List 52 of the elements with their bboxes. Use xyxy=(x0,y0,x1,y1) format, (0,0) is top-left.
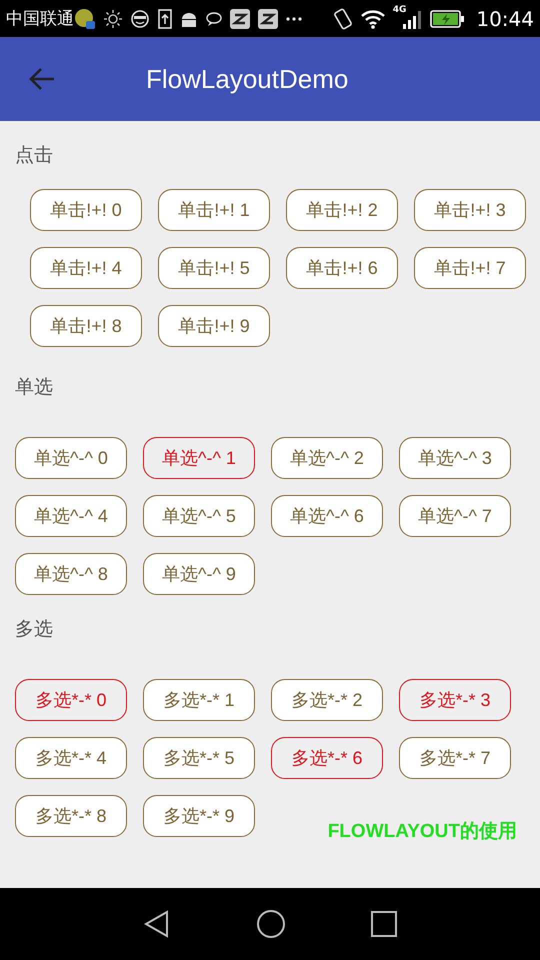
clock-time: 10:44 xyxy=(476,6,534,30)
chat-icon xyxy=(206,10,222,26)
z-app-icon xyxy=(258,8,278,28)
tag-chip[interactable]: 单选^-^ 5 xyxy=(143,495,255,537)
tag-chip[interactable]: 多选*-* 4 xyxy=(15,737,127,779)
tag-chip[interactable]: 单击!+! 0 xyxy=(30,189,142,231)
tag-chip[interactable]: 单击!+! 7 xyxy=(414,247,526,289)
more-icon xyxy=(286,16,302,20)
app-title: FlowLayoutDemo xyxy=(146,64,348,94)
brightness-icon xyxy=(104,10,122,28)
tag-chip[interactable]: 单选^-^ 4 xyxy=(15,495,127,537)
recent-apps-icon[interactable] xyxy=(371,911,398,937)
tag-chip[interactable]: 多选*-* 1 xyxy=(143,679,255,721)
tag-chip[interactable]: 多选*-* 5 xyxy=(143,737,255,779)
tag-chip[interactable]: 多选*-* 9 xyxy=(143,795,255,837)
tag-chip[interactable]: 多选*-* 3 xyxy=(399,679,511,721)
tag-chip[interactable]: 单击!+! 2 xyxy=(286,189,398,231)
tag-chip[interactable]: 单击!+! 4 xyxy=(30,247,142,289)
z-app-icon xyxy=(230,8,250,28)
tag-chip[interactable]: 单击!+! 9 xyxy=(158,305,270,347)
tag-chip[interactable]: 多选*-* 7 xyxy=(399,737,511,779)
rotate-icon xyxy=(332,8,353,30)
section-title: 点击 xyxy=(14,143,54,167)
tag-chip[interactable]: 单击!+! 1 xyxy=(158,189,270,231)
tag-chip[interactable]: 单击!+! 8 xyxy=(30,305,142,347)
network-type: 4G xyxy=(392,5,406,15)
tag-chip[interactable]: 单击!+! 3 xyxy=(414,189,526,231)
carrier-name: 中国联通 xyxy=(6,8,74,30)
tag-chip[interactable]: 单击!+! 6 xyxy=(286,247,398,289)
tag-chip[interactable]: 单选^-^ 6 xyxy=(271,495,383,537)
back-icon[interactable] xyxy=(142,910,171,938)
tag-chip[interactable]: 单击!+! 5 xyxy=(158,247,270,289)
tag-chip[interactable]: 单选^-^ 7 xyxy=(399,495,511,537)
section-title: 单选 xyxy=(14,375,54,399)
tag-chip[interactable]: 多选*-* 6 xyxy=(271,737,383,779)
home-icon[interactable] xyxy=(256,909,286,939)
tag-chip[interactable]: 单选^-^ 9 xyxy=(143,553,255,595)
app-notification-icon xyxy=(74,8,96,30)
tag-chip[interactable]: 单选^-^ 2 xyxy=(271,437,383,479)
battery-icon xyxy=(430,10,464,28)
smiley-icon xyxy=(130,10,150,28)
wifi-icon xyxy=(360,8,385,28)
caption: FLOWLAYOUT的使用 xyxy=(328,820,517,844)
tag-chip[interactable]: 单选^-^ 3 xyxy=(399,437,511,479)
tag-chip[interactable]: 多选*-* 2 xyxy=(271,679,383,721)
upload-icon xyxy=(158,8,172,28)
tag-chip[interactable]: 多选*-* 0 xyxy=(15,679,127,721)
tag-chip[interactable]: 多选*-* 8 xyxy=(15,795,127,837)
tag-chip[interactable]: 单选^-^ 1 xyxy=(143,437,255,479)
section-title: 多选 xyxy=(14,617,54,641)
tag-chip[interactable]: 单选^-^ 0 xyxy=(15,437,127,479)
tag-chip[interactable]: 单选^-^ 8 xyxy=(15,553,127,595)
